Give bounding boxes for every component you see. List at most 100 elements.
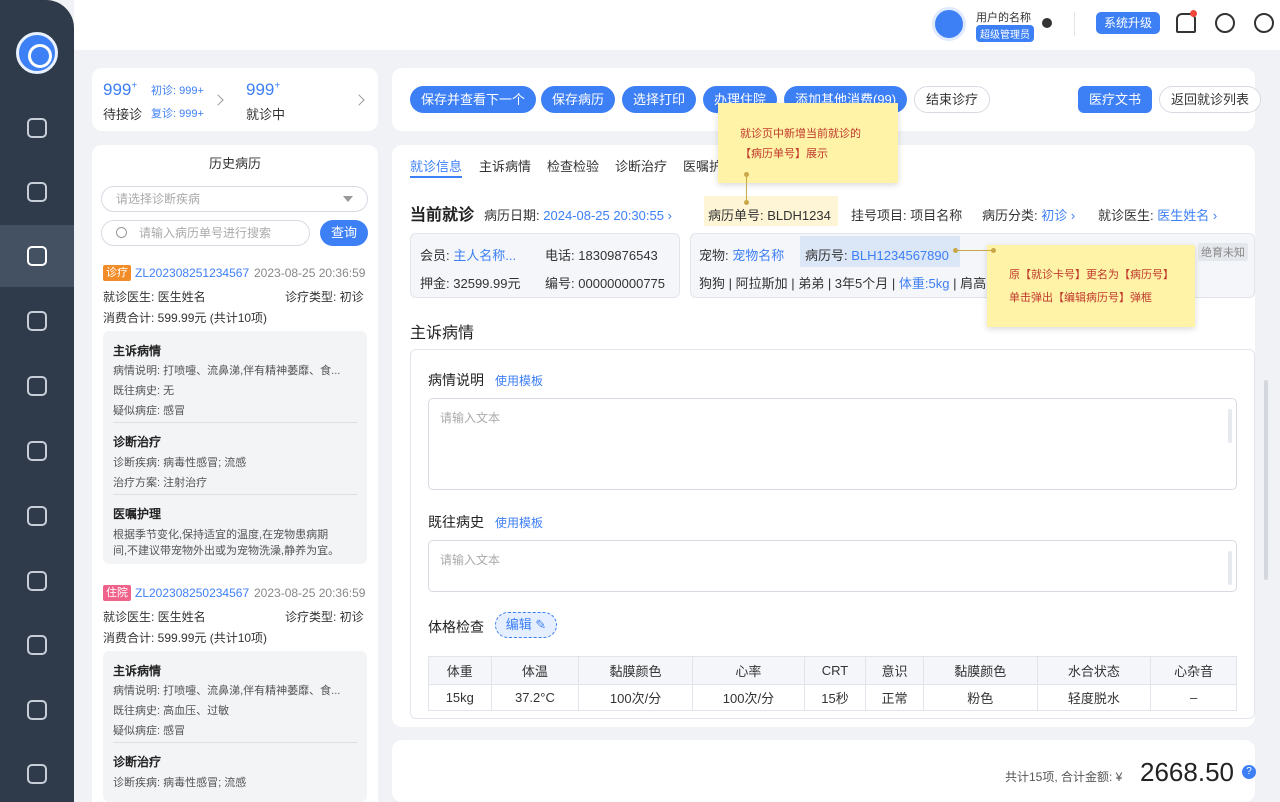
role-badge: 超级管理员 [976,25,1034,42]
end-visit-button[interactable]: 结束诊疗 [914,86,991,113]
exam-table-header: 体重 体温 黏膜颜色 心率 CRT 意识 黏膜颜色 水合状态 心杂音 [428,656,1237,685]
textarea-scrollbar[interactable] [1228,551,1232,585]
record-visit-type: 诊疗类型: 初诊 [285,290,364,304]
record-visit-type: 诊疗类型: 初诊 [285,610,364,624]
headset-icon[interactable] [1215,13,1235,33]
desc-label: 病情说明 [428,372,484,388]
note-1-line-2: 【病历单号】展示 [740,148,828,160]
visit-doctor[interactable]: 就诊医生: 医生姓名 › [1098,205,1217,224]
clock-icon[interactable] [1254,13,1274,33]
record-category[interactable]: 病历分类: 初诊 › [982,205,1075,224]
notification-dot [1190,10,1197,17]
app-logo [16,32,58,74]
record-tag: 住院 [103,585,131,601]
edit-exam-button[interactable]: 编辑 ✎ [495,612,557,638]
chevron-right-icon: › [1070,208,1076,223]
record-date-value: 2024-08-25 20:30:55 [543,208,664,223]
deposit-value: 32599.99元 [453,276,521,291]
medical-doc-button[interactable]: 医疗文书 [1078,86,1153,113]
save-next-button[interactable]: 保存并查看下一个 [410,86,537,113]
register-project-value: 项目名称 [910,208,963,223]
history-placeholder: 请输入文本 [440,553,501,567]
back-list-button[interactable]: 返回就诊列表 [1159,86,1262,113]
record-category-value: 初诊 [1041,208,1068,223]
main-scrollbar[interactable] [1264,380,1268,580]
first-visit-stat: 初诊: 999+ [151,82,204,98]
member-name-link[interactable]: 主人名称... [453,248,516,263]
user-menu-caret-icon[interactable] [1042,18,1052,28]
nav-message-icon[interactable] [0,679,74,741]
nav-shield-icon[interactable] [0,550,74,612]
history-template-link[interactable]: 使用模板 [495,514,543,531]
record-category-label: 病历分类: [982,208,1038,223]
record-date[interactable]: 病历日期: 2024-08-25 20:30:55 › [484,205,672,224]
select-print-button[interactable]: 选择打印 [622,86,697,113]
record-cost: 消费合计: 599.99元 (共计10项) [103,311,268,325]
note-2-connector [955,250,993,251]
in-progress-label: 就诊中 [246,107,286,122]
past-history: 既往病史: 无 [113,385,175,397]
exam-cell: 粉色 [922,684,1038,711]
query-button[interactable]: 查询 [320,220,368,246]
tab-exam[interactable]: 检查检验 [547,156,599,175]
waiting-count[interactable]: 999+ [103,80,137,100]
nav-medical-kit-icon[interactable] [0,225,74,287]
history-textarea[interactable]: 请输入文本 [428,540,1237,592]
active-tab-indicator [410,176,462,178]
record-id-link[interactable]: ZL202308251234567 [135,266,249,280]
cube-icon [27,764,47,784]
pet-name-link[interactable]: 宠物名称 [732,248,784,263]
visit-doctor-label: 就诊医生: [1098,208,1154,223]
disease-select-placeholder: 请选择诊断疾病 [116,192,201,206]
nav-bag-icon[interactable] [0,355,74,417]
note-1-connector [746,175,747,203]
help-icon[interactable]: ? [1242,765,1256,779]
treatment-plan: 治疗方案: 注射治疗 [113,477,208,489]
record-id-link[interactable]: ZL202308250234567 [135,586,249,600]
nav-cube-icon[interactable] [0,743,74,802]
case-number-field[interactable]: 病历号: BLH1234567890 [805,245,949,264]
register-project-label: 挂号项目: [851,208,907,223]
tab-advice[interactable]: 医嘱护 [683,156,722,175]
section-divider [113,494,357,495]
nav-trend-icon[interactable] [0,614,74,676]
tab-complaint[interactable]: 主诉病情 [479,156,531,175]
in-progress-count[interactable]: 999+ [246,80,280,100]
upgrade-button[interactable]: 系统升级 [1096,12,1161,34]
tab-visit-info[interactable]: 就诊信息 [410,156,462,175]
chevron-right-icon: › [1212,208,1218,223]
trend-icon [27,635,47,655]
complaint-desc: 病情说明: 打喷嚏、流鼻涕,伴有精神萎靡、食... [113,365,341,377]
complaint-heading: 主诉病情 [113,344,162,358]
record-search-input[interactable]: 请输入病历单号进行搜索 [101,220,310,246]
nav-box-icon[interactable] [0,420,74,482]
bag-icon [27,376,47,396]
first-visit-value: 999+ [179,85,204,97]
nav-chart-icon[interactable] [0,485,74,547]
first-visit-label: 初诊: [151,85,177,97]
history-label: 既往病史 [428,514,484,530]
search-icon [116,227,127,238]
sterile-tag: 绝育未知 [1198,243,1248,261]
section-divider [113,422,357,423]
desc-textarea[interactable]: 请输入文本 [428,398,1237,490]
nav-records-icon[interactable] [0,161,74,223]
save-record-button[interactable]: 保存病历 [541,86,616,113]
tab-diagnosis[interactable]: 诊断治疗 [615,156,667,175]
nav-monitor-icon[interactable] [0,97,74,159]
disease-select[interactable]: 请选择诊断疾病 [101,186,368,212]
user-avatar[interactable] [932,7,966,41]
nav-home-icon[interactable] [0,290,74,352]
advice-heading: 医嘱护理 [113,507,162,521]
code-label: 编号: [545,276,575,291]
desc-template-link[interactable]: 使用模板 [495,372,543,389]
textarea-scrollbar[interactable] [1228,409,1232,443]
in-progress-count-value: 999 [246,80,275,99]
desc-placeholder: 请输入文本 [440,411,501,425]
waiting-count-value: 999 [103,80,132,99]
total-amount: 2668.50 [1140,757,1234,787]
shield-icon [27,571,47,591]
record-number-value: BLDH1234 [767,208,831,223]
waiting-plus: + [131,80,138,92]
exam-cell: 轻度脱水 [1036,684,1152,711]
